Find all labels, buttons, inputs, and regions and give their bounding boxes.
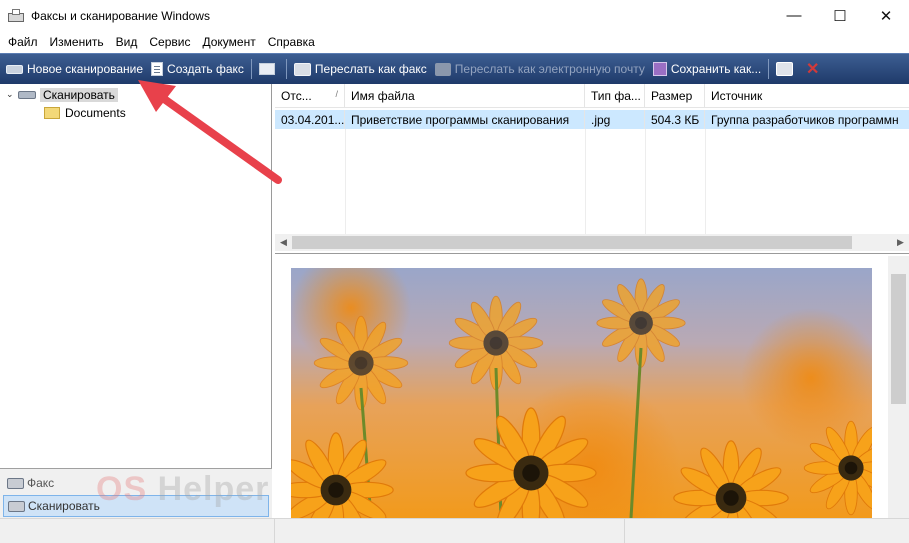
delete-x-icon: ✕ bbox=[806, 60, 820, 78]
watermark-helper: Helper bbox=[147, 470, 270, 508]
folder-icon bbox=[44, 106, 60, 119]
menu-view[interactable]: Вид bbox=[110, 35, 144, 49]
column-divider bbox=[705, 129, 706, 234]
nav-fax-label: Факс bbox=[27, 476, 55, 490]
fax-icon bbox=[7, 477, 24, 489]
save-as-label: Сохранить как... bbox=[670, 62, 762, 76]
forward-as-fax-label: Переслать как факс bbox=[314, 62, 427, 76]
tree-item-documents[interactable]: Documents bbox=[44, 104, 126, 121]
scanned-image-preview bbox=[291, 268, 872, 518]
scanner-icon bbox=[18, 90, 36, 99]
column-divider bbox=[345, 129, 346, 234]
sort-indicator-icon: / bbox=[335, 89, 338, 99]
window-controls: — ☐ ✕ bbox=[771, 0, 909, 31]
save-as-button[interactable]: Сохранить как... bbox=[649, 57, 765, 81]
status-segment bbox=[0, 519, 275, 543]
cell-filename: Приветствие программы сканирования bbox=[345, 110, 585, 129]
menu-edit[interactable]: Изменить bbox=[44, 35, 110, 49]
column-header-source[interactable]: Источник bbox=[705, 84, 909, 108]
horizontal-scroll-thumb[interactable] bbox=[292, 236, 852, 249]
fax-scan-app-icon bbox=[8, 8, 24, 23]
scanner-icon bbox=[8, 500, 25, 512]
toolbar-separator bbox=[768, 59, 770, 79]
new-scan-label: Новое сканирование bbox=[27, 62, 144, 76]
menu-document[interactable]: Документ bbox=[196, 35, 261, 49]
close-button[interactable]: ✕ bbox=[863, 0, 909, 31]
table-row[interactable]: 03.04.201... Приветствие программы скани… bbox=[275, 110, 909, 129]
column-header-size[interactable]: Размер bbox=[645, 84, 705, 108]
tree-item-documents-label: Documents bbox=[65, 105, 126, 120]
column-header-filename[interactable]: Имя файла bbox=[345, 84, 585, 108]
save-disk-icon bbox=[652, 62, 667, 76]
cell-filetype: .jpg bbox=[585, 110, 645, 129]
menu-bar: Файл Изменить Вид Сервис Документ Справк… bbox=[0, 31, 909, 52]
column-header-filetype[interactable]: Тип фа... bbox=[585, 84, 645, 108]
email-icon bbox=[434, 62, 451, 76]
window-title: Факсы и сканирование Windows bbox=[31, 8, 210, 23]
watermark-os: OS bbox=[96, 470, 148, 508]
tree-item-scan-label: Сканировать bbox=[40, 87, 118, 102]
annotation-arrow-icon bbox=[138, 80, 282, 184]
maximize-button[interactable]: ☐ bbox=[817, 0, 863, 31]
status-bar bbox=[0, 518, 909, 543]
scanner-icon bbox=[6, 64, 23, 74]
status-segment bbox=[625, 519, 909, 543]
menu-file[interactable]: Файл bbox=[2, 35, 44, 49]
nav-scan-label: Сканировать bbox=[28, 499, 100, 513]
forward-as-email-label: Переслать как электронную почту bbox=[454, 62, 645, 76]
collapse-chevron-icon[interactable]: ⌄ bbox=[6, 89, 18, 100]
menu-tools[interactable]: Сервис bbox=[143, 35, 196, 49]
vertical-scrollbar[interactable] bbox=[888, 256, 909, 518]
image-preview-pane bbox=[275, 256, 909, 518]
status-segment bbox=[275, 519, 625, 543]
list-header: Отс... / Имя файла Тип фа... Размер Исто… bbox=[275, 84, 909, 108]
vertical-scroll-thumb[interactable] bbox=[891, 274, 906, 404]
scroll-left-arrow-icon[interactable]: ◀ bbox=[275, 234, 292, 251]
scroll-right-arrow-icon[interactable]: ▶ bbox=[892, 234, 909, 251]
new-scan-button[interactable]: Новое сканирование bbox=[2, 57, 147, 81]
title-bar: Факсы и сканирование Windows — ☐ ✕ bbox=[0, 0, 909, 31]
horizontal-scrollbar[interactable]: ◀ ▶ bbox=[275, 234, 909, 251]
cell-source: Группа разработчиков программн bbox=[711, 112, 899, 127]
os-helper-watermark: OS Helper bbox=[96, 470, 269, 509]
print-button[interactable] bbox=[772, 57, 801, 81]
cell-size: 504.3 КБ bbox=[645, 110, 705, 129]
column-divider bbox=[585, 129, 586, 234]
menu-help[interactable]: Справка bbox=[262, 35, 321, 49]
printer-icon bbox=[776, 62, 794, 76]
forward-as-email-button[interactable]: Переслать как электронную почту bbox=[431, 57, 649, 81]
file-list: Отс... / Имя файла Тип фа... Размер Исто… bbox=[275, 84, 909, 254]
minimize-button[interactable]: — bbox=[771, 0, 817, 31]
tree-item-scan[interactable]: ⌄ Сканировать bbox=[6, 86, 118, 103]
forward-as-fax-button[interactable]: Переслать как факс bbox=[290, 57, 431, 81]
delete-button[interactable]: ✕ bbox=[801, 57, 828, 81]
column-divider bbox=[645, 129, 646, 234]
fax-machine-icon bbox=[293, 62, 311, 76]
